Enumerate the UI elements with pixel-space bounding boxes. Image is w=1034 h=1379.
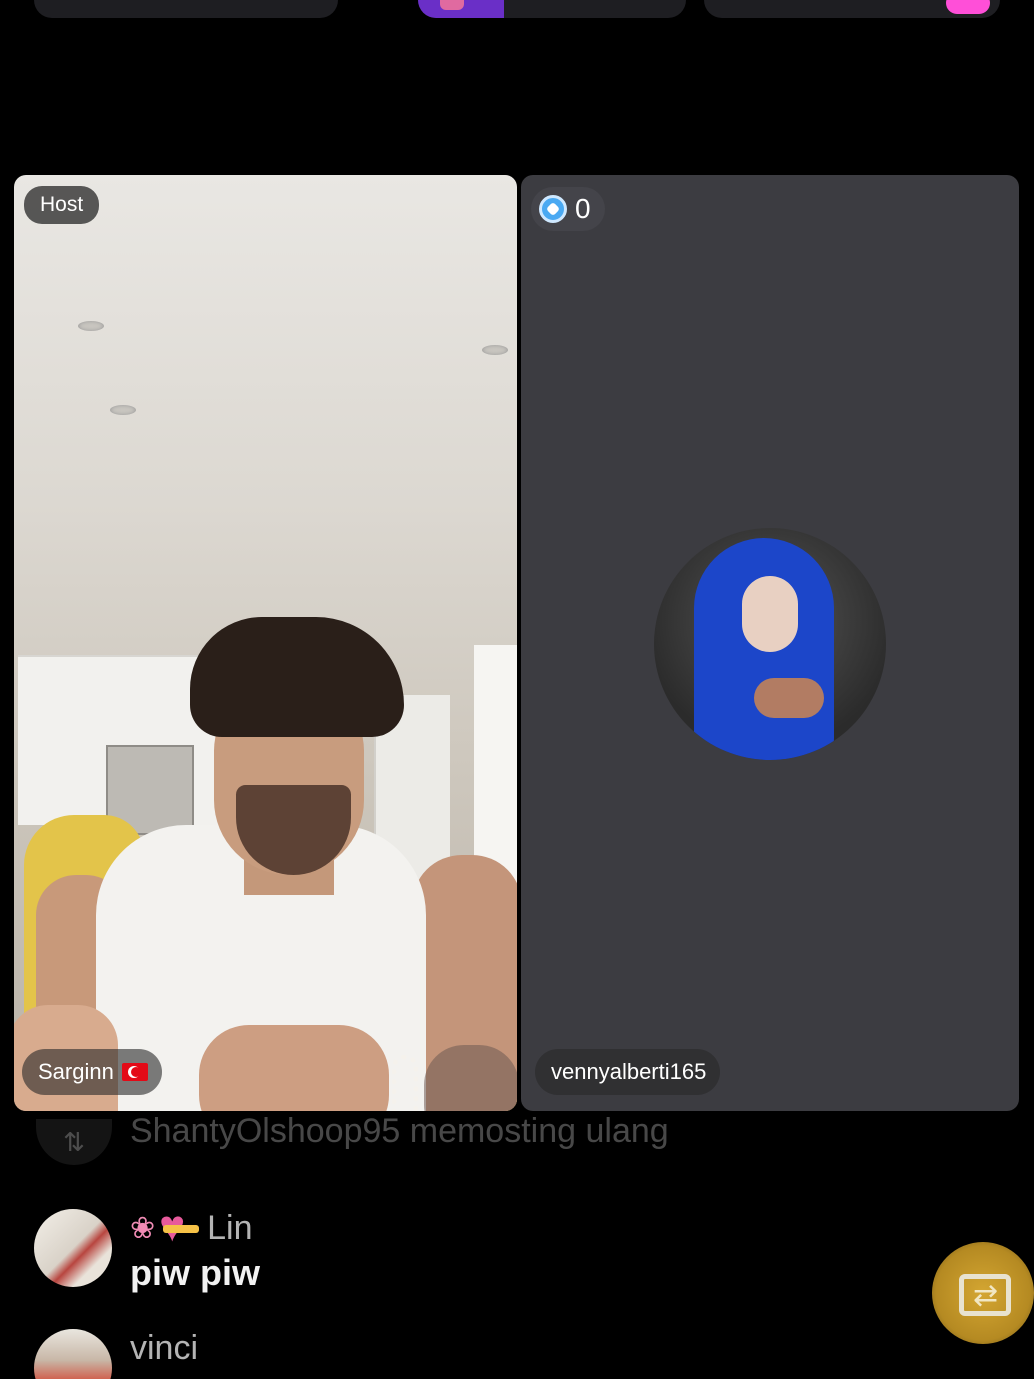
repost-notice-text: ShantyOlshoop95 memosting ulang	[130, 1111, 669, 1150]
flower-badge-icon	[946, 0, 990, 14]
chat-username: vinci	[130, 1329, 199, 1367]
avatar[interactable]	[34, 1209, 112, 1287]
flower-badge-icon: ❀	[130, 1212, 156, 1245]
avatar-hands	[754, 678, 824, 718]
guest-username: vennyalberti165	[551, 1059, 707, 1084]
chat-username: Lin	[207, 1209, 253, 1247]
top-pill-left[interactable]	[34, 0, 338, 18]
chat-message[interactable]: vinci	[34, 1329, 198, 1379]
chat-message[interactable]: ❀ Lin piw piw	[34, 1205, 260, 1294]
guest-score-value: 0	[575, 193, 591, 224]
repost-notice: ⇅ ShantyOlshoop95 memosting ulang	[36, 1112, 669, 1165]
repost-icon	[955, 1268, 1011, 1318]
host-username: Sarginn	[38, 1059, 114, 1084]
ceiling-light	[78, 321, 104, 331]
repost-arrow-icon: ⇅	[36, 1119, 112, 1165]
chat-text: piw piw	[130, 1252, 260, 1293]
guest-video-panel[interactable]: 0 vennyalberti165	[521, 175, 1019, 1111]
avatar[interactable]	[34, 1329, 112, 1379]
host-hair	[190, 617, 404, 737]
top-pill-center[interactable]	[418, 0, 686, 18]
chat-message-body: ❀ Lin piw piw	[130, 1205, 260, 1294]
chat-feed[interactable]: ⇅ ShantyOlshoop95 memosting ulang ❀ Lin …	[0, 1112, 1034, 1379]
turkey-flag-icon	[121, 1063, 148, 1081]
shield-gem-icon	[539, 195, 567, 223]
arm-tattoo	[424, 1045, 517, 1111]
heart-badge-icon	[159, 1205, 203, 1249]
gift-accent-icon	[418, 0, 504, 18]
ceiling-light	[110, 405, 136, 415]
host-badge: Host	[24, 186, 100, 224]
guest-avatar[interactable]	[654, 528, 886, 760]
host-video-panel[interactable]: Host Sarginn	[14, 175, 517, 1111]
ceiling-light	[482, 345, 508, 355]
host-name-tag[interactable]: Sarginn	[22, 1049, 162, 1095]
top-pill-right[interactable]	[704, 0, 1000, 18]
guest-score-badge[interactable]: 0	[531, 187, 605, 231]
avatar-face	[742, 576, 798, 652]
shell-bracelet	[392, 1055, 418, 1111]
chat-message-body: vinci	[130, 1329, 198, 1379]
chat-username-row: ❀ Lin	[130, 1205, 260, 1249]
host-hands	[199, 1025, 389, 1111]
guest-name-tag[interactable]: vennyalberti165	[535, 1049, 721, 1095]
repost-button[interactable]	[932, 1242, 1034, 1344]
live-stream-screen: Host Sarginn 0 vennyalberti165 ⇅ ShantyO…	[0, 0, 1034, 1379]
chat-username-row: vinci	[130, 1329, 198, 1368]
